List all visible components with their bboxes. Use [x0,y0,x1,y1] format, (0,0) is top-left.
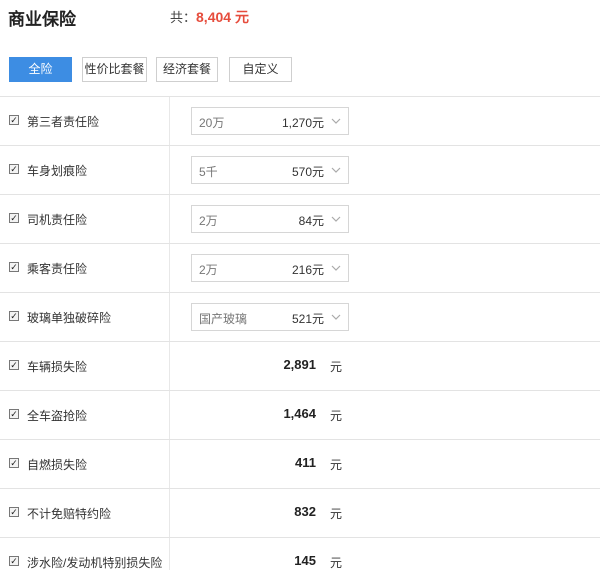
select-option: 国产玻璃 [199,312,248,326]
table-row: ✓ 乘客责任险 2万 216元 [0,244,600,293]
item-label: 涉水险/发动机特别损失险 [27,556,163,570]
item-label: 车辆损失险 [27,360,88,374]
select-option: 2万 [199,263,218,277]
checkmark-icon[interactable]: ✓ [9,556,19,566]
table-row: ✓ 自燃损失险 411 元 [0,440,600,489]
item-label: 乘客责任险 [27,262,88,276]
column-divider [169,489,170,537]
table-row: ✓ 玻璃单独破碎险 国产玻璃 521元 [0,293,600,342]
select-option: 2万 [199,214,218,228]
premium-value: 832 [294,504,316,519]
table-row: ✓ 车辆损失险 2,891 元 [0,342,600,391]
column-divider [169,244,170,292]
item-label: 不计免赔特约险 [27,507,112,521]
table-row: ✓ 第三者责任险 20万 1,270元 [0,97,600,146]
premium-unit: 元 [330,458,343,472]
select-option: 20万 [199,116,225,130]
premium-unit: 元 [330,409,343,423]
total-amount: 8,404 元 [196,9,249,25]
table-row: ✓ 涉水险/发动机特别损失险 145 元 [0,538,600,570]
select-price: 84元 [298,214,324,228]
checkmark-icon[interactable]: ✓ [9,507,19,517]
checkmark-icon[interactable]: ✓ [9,115,19,125]
premium-unit: 元 [330,556,343,570]
column-divider [169,440,170,488]
checkmark-icon[interactable]: ✓ [9,262,19,272]
checkmark-icon[interactable]: ✓ [9,164,19,174]
page-title: 商业保险 [8,10,76,29]
premium-value: 411 [295,455,316,470]
coverage-select[interactable]: 国产玻璃 521元 [191,303,349,331]
item-label: 车身划痕险 [27,164,88,178]
total-premium: 共：8,404 元 [170,7,249,27]
premium-value: 2,891 [283,357,316,372]
premium-unit: 元 [330,360,343,374]
tab-full-coverage[interactable]: 全险 [9,57,72,82]
column-divider [169,391,170,439]
checkmark-icon[interactable]: ✓ [9,409,19,419]
column-divider [169,538,170,570]
checkmark-icon[interactable]: ✓ [9,458,19,468]
select-price: 216元 [291,263,324,277]
premium-value: 145 [294,553,316,568]
premium-value: 1,464 [283,406,316,421]
item-label: 第三者责任险 [27,115,100,129]
coverage-select[interactable]: 5千 570元 [191,156,349,184]
header: 商业保险 共：8,404 元 [8,0,600,34]
column-divider [169,293,170,341]
tab-value-package[interactable]: 性价比套餐 [82,57,147,82]
item-label: 自燃损失险 [27,458,88,472]
table-row: ✓ 司机责任险 2万 84元 [0,195,600,244]
column-divider [169,146,170,194]
checkmark-icon[interactable]: ✓ [9,360,19,370]
total-label: 共： [170,10,197,25]
item-label: 全车盗抢险 [27,409,88,423]
chevron-down-icon [331,118,341,124]
chevron-down-icon [331,216,341,222]
checkmark-icon[interactable]: ✓ [9,311,19,321]
column-divider [169,97,170,145]
tab-economy-package[interactable]: 经济套餐 [156,57,218,82]
table-row: ✓ 不计免赔特约险 832 元 [0,489,600,538]
coverage-select[interactable]: 2万 84元 [191,205,349,233]
chevron-down-icon [331,314,341,320]
select-price: 1,270元 [281,116,324,130]
premium-unit: 元 [330,507,343,521]
coverage-select[interactable]: 20万 1,270元 [191,107,349,135]
table-row: ✓ 全车盗抢险 1,464 元 [0,391,600,440]
select-price: 570元 [291,165,324,179]
chevron-down-icon [331,265,341,271]
item-label: 司机责任险 [27,213,88,227]
select-option: 5千 [199,165,218,179]
select-price: 521元 [291,312,324,326]
coverage-select[interactable]: 2万 216元 [191,254,349,282]
chevron-down-icon [331,167,341,173]
column-divider [169,342,170,390]
tab-custom[interactable]: 自定义 [229,57,292,82]
column-divider [169,195,170,243]
checkmark-icon[interactable]: ✓ [9,213,19,223]
insurance-table: ✓ 第三者责任险 20万 1,270元 ✓ 车身划痕险 5千 570元 ✓ 司机… [0,96,600,570]
table-row: ✓ 车身划痕险 5千 570元 [0,146,600,195]
item-label: 玻璃单独破碎险 [27,311,112,325]
